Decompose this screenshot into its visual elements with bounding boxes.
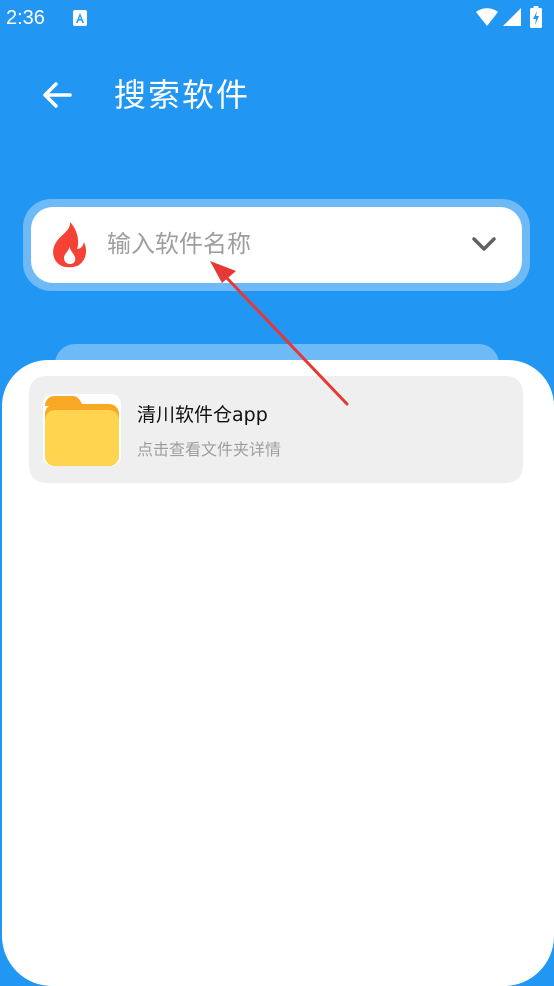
- a-app-icon: [73, 10, 87, 26]
- battery-charging-icon: [530, 6, 542, 28]
- flame-icon: [53, 222, 87, 268]
- item-title: 清川软件仓app: [137, 404, 268, 426]
- signal-icon: [503, 8, 521, 26]
- arrow-left-icon: [43, 82, 72, 108]
- status-bar: 2:36: [0, 0, 554, 38]
- item-subtitle: 点击查看文件夹详情: [137, 440, 282, 459]
- back-button[interactable]: [38, 75, 78, 115]
- wifi-icon: [476, 8, 498, 26]
- chevron-down-icon[interactable]: [470, 230, 498, 258]
- search-input[interactable]: [107, 224, 447, 264]
- page-title: 搜索软件: [114, 76, 251, 114]
- status-time: 2:36: [6, 7, 45, 29]
- folder-icon: [43, 394, 121, 466]
